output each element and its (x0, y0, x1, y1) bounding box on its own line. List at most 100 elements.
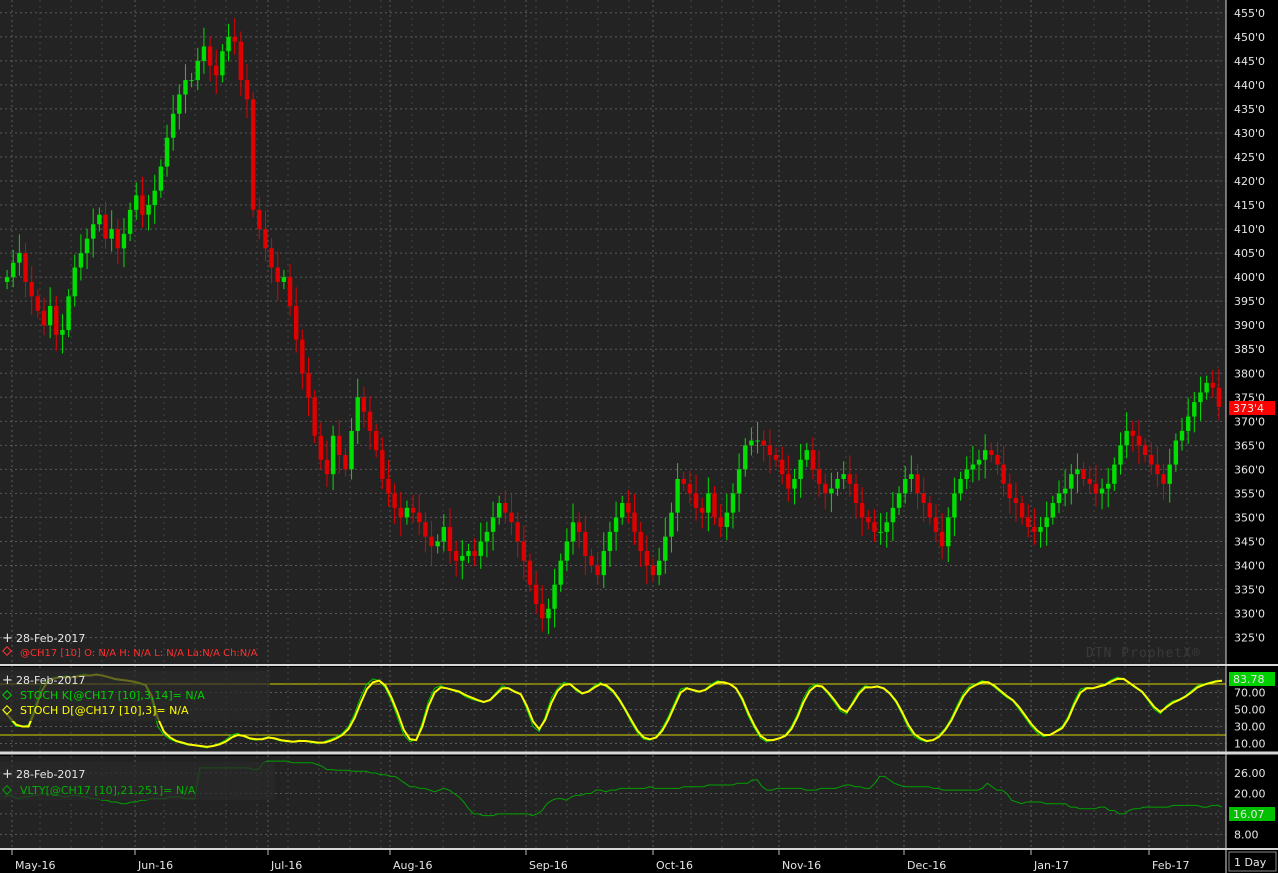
candle-body (423, 522, 428, 537)
candle-body (367, 411, 373, 431)
candle-body (220, 51, 225, 76)
price-tick-label: 425'0 (1234, 151, 1265, 164)
candle-body (293, 305, 299, 340)
candle-body (250, 99, 256, 210)
candle-body (183, 80, 188, 95)
stoch-tick-label: 30.00 (1234, 721, 1266, 734)
candle-body (792, 478, 797, 489)
price-tick-label: 325'0 (1234, 632, 1265, 645)
candle-body (146, 205, 151, 215)
candle-body (337, 435, 342, 455)
stoch-k-legend: STOCH K[@CH17 [10],3,14]= N/A (20, 689, 205, 702)
candle-body (872, 522, 877, 532)
candle-body (564, 541, 570, 561)
candle-body (287, 277, 293, 306)
vol-tick-label: 26.00 (1234, 767, 1266, 780)
candle-body (84, 238, 90, 254)
price-tick-label: 410'0 (1234, 223, 1265, 236)
candle-body (343, 454, 348, 470)
candle-body (1087, 478, 1092, 484)
candle-body (275, 267, 280, 282)
candle-body (1124, 430, 1129, 446)
month-label: Jan-17 (1033, 859, 1069, 872)
month-label: Jun-16 (137, 859, 173, 872)
candle-body (4, 277, 10, 282)
month-label: May-16 (15, 859, 56, 872)
candle-body (915, 474, 920, 494)
stoch-d-legend: STOCH D[@CH17 [10],3]= N/A (20, 704, 189, 717)
stoch-tick-label: 70.00 (1234, 687, 1266, 700)
month-label: Feb-17 (1152, 859, 1189, 872)
candle-body (312, 397, 317, 436)
candle-body (521, 541, 527, 561)
candle-body (17, 253, 22, 263)
candle-body (718, 517, 723, 528)
candle-body (140, 195, 145, 215)
candle-body (835, 478, 840, 489)
candle-body (1173, 440, 1179, 465)
candle-body (909, 474, 914, 479)
candle-body (490, 517, 496, 532)
candle-body (552, 584, 557, 609)
candle-body (300, 339, 305, 374)
candle-body (601, 551, 606, 576)
stoch-tick-label: 10.00 (1234, 738, 1266, 751)
month-label: Oct-16 (656, 859, 693, 872)
stoch-tick-label: 50.00 (1234, 704, 1266, 717)
vol-value-label: 16.07 (1233, 808, 1265, 821)
candle-body (29, 281, 34, 297)
candle-body (324, 459, 330, 475)
candle-body (1044, 517, 1049, 528)
candle-body (1130, 430, 1136, 436)
candle-body (1099, 488, 1105, 494)
price-tick-label: 440'0 (1234, 79, 1265, 92)
candle-body (927, 503, 933, 518)
price-tick-label: 455'0 (1234, 7, 1265, 20)
candle-body (730, 493, 736, 513)
candle-body (1007, 483, 1012, 499)
candle-body (1050, 503, 1056, 518)
candle-body (810, 450, 816, 470)
candle-body (1118, 445, 1123, 465)
candle-body (699, 507, 705, 513)
price-tick-label: 395'0 (1234, 295, 1265, 308)
price-tick-label: 340'0 (1234, 559, 1265, 572)
candle-body (570, 522, 576, 542)
price-tick-label: 335'0 (1234, 584, 1265, 597)
vol-legend[interactable]: + 28-Feb-2017 VLTY[@CH17 [10],21,251]= N… (0, 762, 275, 800)
candle-body (743, 445, 748, 470)
candle-body (939, 531, 945, 547)
candle-body (349, 430, 354, 470)
candle-body (515, 522, 520, 542)
candle-body (1062, 488, 1068, 494)
candle-body (1149, 454, 1154, 465)
price-tick-label: 390'0 (1234, 319, 1265, 332)
stoch-legend[interactable]: + 28-Feb-2017 STOCH K[@CH17 [10],3,14]= … (0, 671, 270, 721)
candle-body (755, 440, 760, 442)
candle-body (35, 296, 41, 311)
candle-body (946, 517, 951, 547)
candle-body (503, 503, 508, 513)
price-panel (0, 0, 1226, 664)
candle-body (1081, 469, 1086, 479)
candle-body (109, 229, 114, 239)
candle-body (306, 373, 311, 398)
candle-body (404, 507, 410, 518)
candle-body (829, 488, 834, 494)
candle-body (859, 503, 865, 518)
candle-body (970, 464, 976, 470)
candle-body (177, 94, 182, 114)
candle-body (355, 397, 360, 431)
candle-body (158, 166, 164, 191)
candle-body (435, 541, 440, 547)
candle-body (527, 560, 533, 585)
candle-body (540, 603, 545, 619)
candle-body (398, 507, 403, 518)
candle-body (1093, 483, 1099, 494)
month-label: Sep-16 (529, 859, 568, 872)
candle-body (675, 478, 680, 513)
price-date: 28-Feb-2017 (16, 632, 85, 645)
candle-body (201, 46, 207, 61)
candle-body (78, 253, 84, 268)
candle-body (1001, 464, 1006, 484)
